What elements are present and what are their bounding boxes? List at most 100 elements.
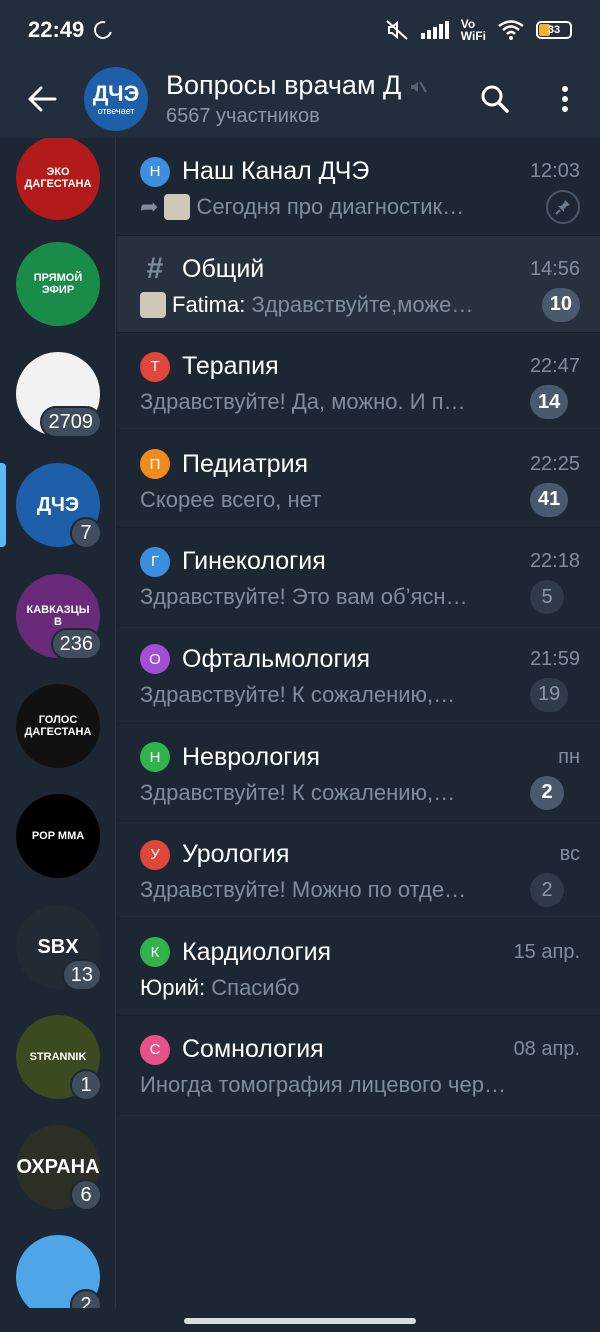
topic-last-message: Здравствуйте! К сожалению,… xyxy=(140,780,520,806)
sidebar-avatar-label: ПРЯМОЙ ЭФИР xyxy=(33,272,83,296)
message-text: Иногда томография лицевого чер… xyxy=(140,1072,506,1098)
topic-title: Терапия xyxy=(182,352,279,381)
group-avatar-text: ДЧЭ xyxy=(92,80,140,106)
message-sender: Юрий: xyxy=(140,974,212,1000)
sidebar-chat-9[interactable]: ОХРАНА 6 xyxy=(16,1125,102,1211)
topic-row[interactable]: Г Гинекология 22:18 Здравствуйте! Это вам о… xyxy=(117,528,600,626)
home-indicator[interactable] xyxy=(184,1318,416,1324)
mute-icon xyxy=(386,20,408,40)
unread-badge: 1 xyxy=(70,1069,102,1101)
topic-last-message: Юрий: Спасибо xyxy=(140,975,520,1001)
forward-icon: ➦ xyxy=(140,194,159,219)
sidebar-chat-4[interactable]: КАВКАЗЦЫ В 236 xyxy=(16,574,102,660)
sidebar-chat-10[interactable]: 2 xyxy=(16,1235,102,1308)
sidebar-avatar: ЭКО ДАГЕСТАНА xyxy=(16,138,100,220)
battery-icon: 33 xyxy=(536,21,572,39)
more-menu-button[interactable] xyxy=(530,60,600,138)
unread-badge: 7 xyxy=(70,517,102,549)
sidebar-avatar-label: STRANNIK xyxy=(29,1051,87,1063)
topic-title: Сомнология xyxy=(182,1035,324,1064)
topic-last-message: Здравствуйте! Можно по отде… xyxy=(140,877,520,903)
topic-icon: О xyxy=(140,644,170,675)
topic-time: 08 апр. xyxy=(513,1038,580,1061)
sidebar-chat-1[interactable]: ПРЯМОЙ ЭФИР xyxy=(16,242,100,326)
media-thumbnail xyxy=(140,291,166,318)
sidebar-chat-5[interactable]: ГОЛОС ДАГЕСТАНА xyxy=(16,684,100,768)
topic-last-message: Сегодня про диагностик… xyxy=(196,194,536,220)
sidebar-avatar-label: ЭКО ДАГЕСТАНА xyxy=(24,166,92,190)
topic-time: 22:18 xyxy=(529,550,580,573)
topic-row[interactable]: Т Терапия 22:47 Здравствуйте! Да, можно. И … xyxy=(117,333,600,431)
topic-row[interactable]: У Урология вс Здравствуйте! Можно по отде… 2 xyxy=(117,821,600,919)
topic-title: Педиатрия xyxy=(182,449,309,478)
more-vertical-icon xyxy=(562,86,568,112)
topic-last-message: Fatima: Здравствуйте,може… xyxy=(172,292,532,318)
do-not-disturb-icon xyxy=(90,17,116,43)
message-text: Спасибо xyxy=(211,974,300,1000)
search-button[interactable] xyxy=(460,60,530,138)
topic-title: Наш Канал ДЧЭ xyxy=(182,157,370,185)
topic-title: Общий xyxy=(182,254,265,283)
group-avatar[interactable]: ДЧЭ отвечает xyxy=(84,67,148,131)
message-text: Здравствуйте! К сожалению,… xyxy=(140,681,456,707)
hash-icon: # xyxy=(146,252,164,286)
message-text: Здравствуйте! Это вам об’ясн… xyxy=(140,584,468,610)
group-info[interactable]: Вопросы врачам Д 6567 участников xyxy=(166,70,460,128)
topic-time: вс xyxy=(559,843,580,866)
active-chat-indicator xyxy=(0,463,6,547)
unread-count-badge: 41 xyxy=(530,482,569,517)
topic-row[interactable]: Н Неврология пн Здравствуйте! К сожалению,…… xyxy=(117,724,600,822)
topic-title: Неврология xyxy=(182,742,320,771)
chat-sidebar: ЭКО ДАГЕСТАНА ПРЯМОЙ ЭФИР 2709 ДЧЭ 7 КАВКАЗЦЫ… xyxy=(0,138,116,1308)
topic-row[interactable]: С Сомнология 08 апр. Иногда томография лице… xyxy=(117,1016,600,1114)
topic-row[interactable]: # Общий 14:56 Fatima: Здравствуйте,може… 10 xyxy=(117,235,600,334)
chat-header: ДЧЭ отвечает Вопросы врачам Д 6567 участ… xyxy=(0,60,600,138)
sidebar-chat-6[interactable]: POP MMA xyxy=(16,794,100,878)
topic-icon: П xyxy=(140,449,170,480)
unread-count-badge: 10 xyxy=(541,287,580,322)
sidebar-chat-2[interactable]: 2709 xyxy=(16,352,102,438)
sidebar-chat-7[interactable]: SBX 13 xyxy=(16,905,102,991)
topic-row[interactable]: П Педиатрия 22:25 Скорее всего, нет 41 xyxy=(117,431,600,529)
topic-time: 14:56 xyxy=(529,257,580,280)
topic-row[interactable]: Н Наш Канал ДЧЭ 12:03 ➦ Сегодня про диагност… xyxy=(117,138,600,236)
topic-time: 21:59 xyxy=(529,647,580,670)
battery-level: 33 xyxy=(547,24,561,36)
members-count: 6567 участников xyxy=(166,105,320,127)
wifi-icon xyxy=(498,20,524,40)
status-bar: 22:49 Vo WiFi 33 xyxy=(0,0,600,60)
topic-icon: Н xyxy=(140,742,170,773)
topic-time: пн xyxy=(558,745,580,768)
unread-count-badge: 2 xyxy=(530,873,564,908)
message-text: Сегодня про диагностик… xyxy=(196,194,465,219)
arrow-left-icon xyxy=(28,86,57,112)
topic-row[interactable]: К Кардиология 15 апр. Юрий: Спасибо xyxy=(117,919,600,1017)
topic-last-message: Здравствуйте! Да, можно. И п… xyxy=(140,389,520,415)
topic-icon: Г xyxy=(140,546,170,577)
topic-title: Офтальмология xyxy=(182,644,371,673)
topic-time: 22:47 xyxy=(529,355,580,378)
back-button[interactable] xyxy=(0,60,84,138)
unread-badge: 13 xyxy=(61,959,102,991)
search-icon xyxy=(481,85,509,113)
unread-count-badge: 19 xyxy=(530,677,569,712)
sidebar-avatar: ПРЯМОЙ ЭФИР xyxy=(16,242,100,326)
sidebar-avatar-label: КАВКАЗЦЫ В xyxy=(26,604,90,628)
topic-last-message: Иногда томография лицевого чер… xyxy=(140,1072,520,1098)
topic-icon: Н xyxy=(140,156,170,187)
unread-badge: 236 xyxy=(50,628,102,660)
topic-row[interactable]: О Офтальмология 21:59 Здравствуйте! К сожал… xyxy=(117,626,600,724)
sidebar-chat-0[interactable]: ЭКО ДАГЕСТАНА xyxy=(16,138,100,220)
topic-icon: К xyxy=(140,937,170,968)
unread-badge: 6 xyxy=(70,1179,102,1211)
topic-last-message: Скорее всего, нет xyxy=(140,487,520,513)
topic-last-message: Здравствуйте! Это вам об’ясн… xyxy=(140,584,520,610)
sidebar-chat-8[interactable]: STRANNIK 1 xyxy=(16,1015,102,1101)
group-title: Вопросы врачам Д xyxy=(166,70,436,101)
sidebar-avatar-label: ГОЛОС ДАГЕСТАНА xyxy=(24,714,92,738)
topic-time: 15 апр. xyxy=(513,940,580,963)
unread-count-badge: 5 xyxy=(530,580,564,615)
sidebar-avatar-label: ОХРАНА xyxy=(16,1155,100,1178)
sidebar-chat-3[interactable]: ДЧЭ 7 xyxy=(16,463,102,549)
signal-icon xyxy=(420,21,449,39)
